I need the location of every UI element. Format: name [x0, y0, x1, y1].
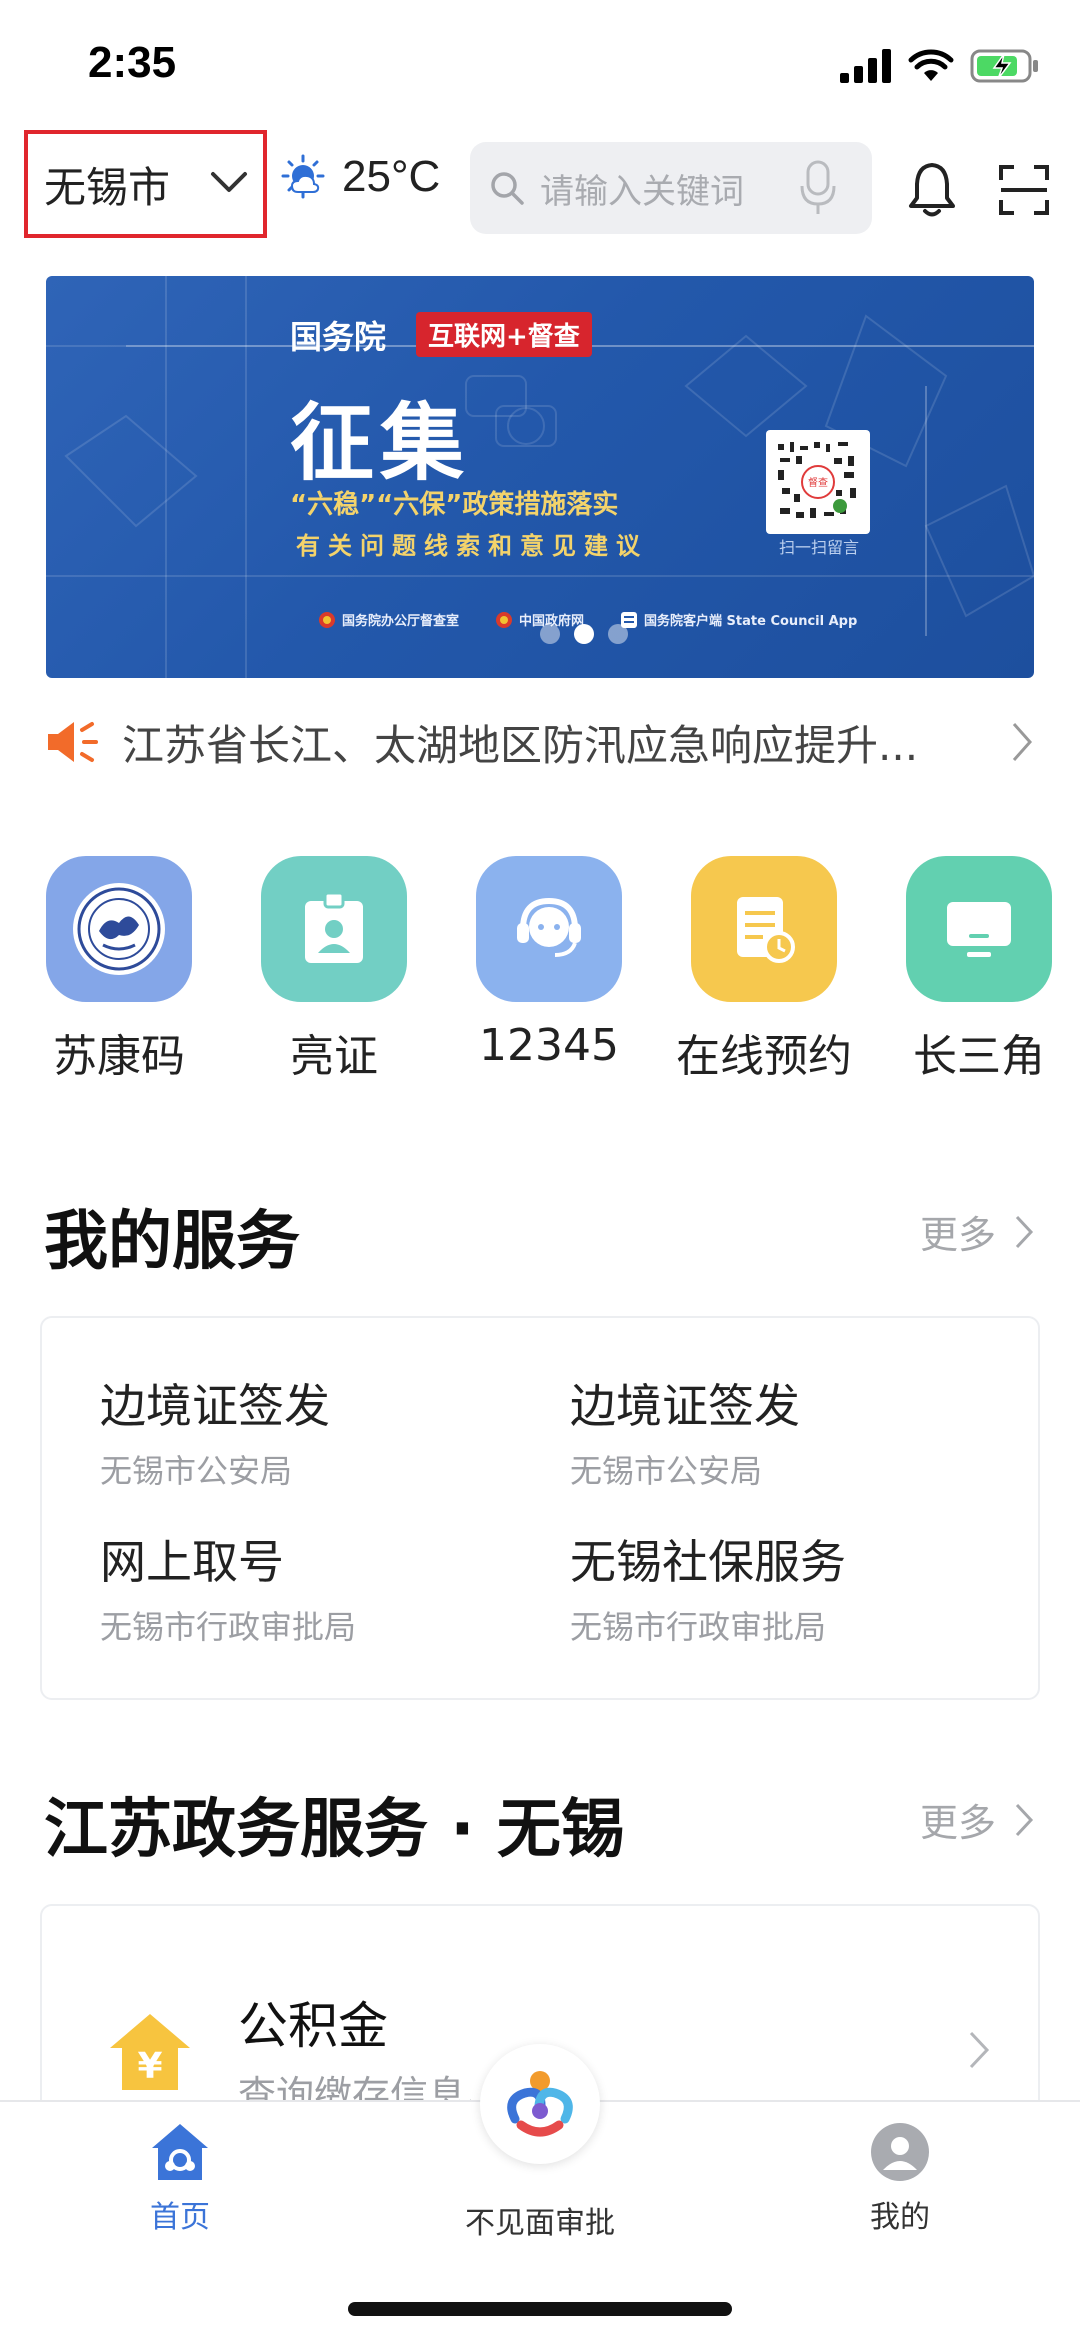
nav-label: 首页 — [150, 2200, 210, 2235]
gov-services-title: 江苏政务服务 · 无锡 — [44, 1793, 625, 1867]
hotline-headset-icon — [476, 856, 622, 1002]
service-department: 无锡市公安局 — [570, 1452, 763, 1490]
chevron-right-icon — [1015, 1215, 1034, 1248]
nav-profile[interactable]: 我的 — [790, 2122, 1010, 2236]
service-item[interactable]: 无锡社保服务 无锡市行政审批局 — [570, 1526, 1030, 1648]
service-department: 无锡市行政审批局 — [570, 1608, 827, 1646]
chevron-right-icon — [1015, 1803, 1034, 1836]
service-title: 边境证签发 — [570, 1379, 800, 1433]
more-label: 更多 — [919, 1213, 996, 1257]
nav-no-meeting-approval[interactable]: 不见面审批 — [430, 2188, 650, 2242]
banner-headline: 征集 — [290, 393, 471, 492]
home-indicator[interactable] — [348, 2302, 732, 2316]
banner-line-1: “六稳”“六保”政策措施落实 — [290, 490, 619, 520]
service-department: 无锡市公安局 — [100, 1452, 293, 1490]
emblem-icon — [319, 611, 335, 628]
quick-actions: 苏康码 亮证 12345 在线预约 长三角 — [0, 856, 1080, 1086]
qr-code-icon: 督查 — [766, 430, 870, 534]
banner-footer-item: 国务院客户端 State Council App — [620, 610, 857, 629]
health-code-icon — [46, 856, 192, 1002]
id-badge-icon — [261, 856, 407, 1002]
gov-services-more-link[interactable]: 更多 — [920, 1792, 1034, 1847]
battery-charging-icon — [970, 49, 1038, 83]
app-logo-icon[interactable] — [480, 2044, 600, 2164]
megaphone-icon — [48, 722, 98, 762]
more-label: 更多 — [919, 1801, 996, 1845]
microphone-icon[interactable] — [798, 158, 838, 218]
carousel-dots — [540, 624, 628, 644]
quick-action-label: 亮证 — [290, 1031, 378, 1082]
quick-action-appointment[interactable]: 在线预约 — [669, 856, 859, 1084]
status-icons — [840, 46, 1040, 86]
quick-action-health-code[interactable]: 苏康码 — [24, 856, 214, 1084]
chevron-right-icon — [969, 2031, 990, 2069]
city-name: 无锡市 — [44, 162, 171, 212]
monitor-icon — [906, 856, 1052, 1002]
banner-footer-item: 国务院办公厅督查室 — [318, 610, 459, 629]
search-input[interactable]: 请输入关键词 — [470, 142, 872, 234]
banner-tag: 互联网+督查 — [416, 312, 592, 357]
quick-action-hotline[interactable]: 12345 — [454, 856, 644, 1071]
service-title: 网上取号 — [100, 1535, 284, 1589]
wifi-icon — [908, 49, 954, 81]
carousel-dot-active[interactable] — [574, 624, 594, 644]
nav-label: 不见面审批 — [465, 2206, 615, 2241]
svg-text:¥: ¥ — [137, 2046, 162, 2087]
promo-banner[interactable]: 国务院 互联网+督查 征集 “六稳”“六保”政策措施落实 有关问题线索和意见建议… — [46, 276, 1034, 678]
announcement-bar[interactable]: 江苏省长江、太湖地区防汛应急响应提升... — [44, 712, 1034, 772]
chevron-down-icon — [211, 172, 247, 192]
appointment-icon — [691, 856, 837, 1002]
city-selector[interactable]: 无锡市 — [24, 130, 267, 238]
quick-action-show-id[interactable]: 亮证 — [239, 856, 429, 1084]
chevron-right-icon — [1012, 723, 1033, 761]
emblem-icon — [496, 611, 513, 628]
service-title: 边境证签发 — [100, 1379, 330, 1433]
service-item[interactable]: 边境证签发 无锡市公安局 — [570, 1370, 1030, 1492]
partly-cloudy-icon — [281, 154, 325, 199]
service-title: 无锡社保服务 — [570, 1535, 846, 1589]
quick-action-label: 长三角 — [913, 1031, 1045, 1082]
quick-action-yangtze-delta[interactable]: 长三角 — [884, 856, 1074, 1084]
quick-action-label: 在线预约 — [676, 1031, 852, 1082]
quick-action-label: 苏康码 — [53, 1031, 185, 1082]
status-time: 2:35 — [88, 38, 177, 87]
my-services-card: 边境证签发 无锡市公安局 边境证签发 无锡市公安局 网上取号 无锡市行政审批局 … — [40, 1316, 1040, 1700]
profile-icon — [871, 2123, 929, 2181]
banner-org: 国务院 — [290, 318, 387, 356]
my-services-title: 我的服务 — [44, 1205, 300, 1279]
bell-icon[interactable] — [906, 160, 958, 218]
service-department: 无锡市行政审批局 — [100, 1608, 357, 1646]
status-bar: 2:35 — [0, 0, 1080, 130]
svg-text:督查: 督查 — [808, 476, 828, 489]
housing-fund-icon: ¥ — [110, 2014, 190, 2090]
header: 无锡市 25°C 请输入关键词 — [0, 130, 1080, 250]
carousel-dot[interactable] — [608, 624, 628, 644]
service-item[interactable]: 网上取号 无锡市行政审批局 — [100, 1526, 560, 1648]
nav-home[interactable]: 首页 — [70, 2122, 290, 2236]
temperature: 25°C — [342, 152, 441, 201]
weather-widget[interactable]: 25°C — [278, 152, 440, 202]
signal-icon — [840, 49, 891, 83]
service-item[interactable]: 边境证签发 无锡市公安局 — [100, 1370, 560, 1492]
housing-fund-title: 公积金 — [238, 1997, 388, 2055]
quick-action-label: 12345 — [479, 1020, 619, 1071]
banner-line-2: 有关问题线索和意见建议 — [296, 532, 648, 560]
nav-label: 我的 — [870, 2200, 930, 2235]
home-icon — [152, 2124, 208, 2180]
announcement-text: 江苏省长江、太湖地区防汛应急响应提升... — [122, 720, 919, 770]
carousel-dot[interactable] — [540, 624, 560, 644]
search-icon — [491, 172, 524, 205]
qr-caption: 扫一扫留言 — [778, 538, 859, 557]
search-placeholder: 请输入关键词 — [540, 171, 744, 212]
my-services-more-link[interactable]: 更多 — [920, 1204, 1034, 1259]
scan-icon[interactable] — [998, 164, 1050, 216]
